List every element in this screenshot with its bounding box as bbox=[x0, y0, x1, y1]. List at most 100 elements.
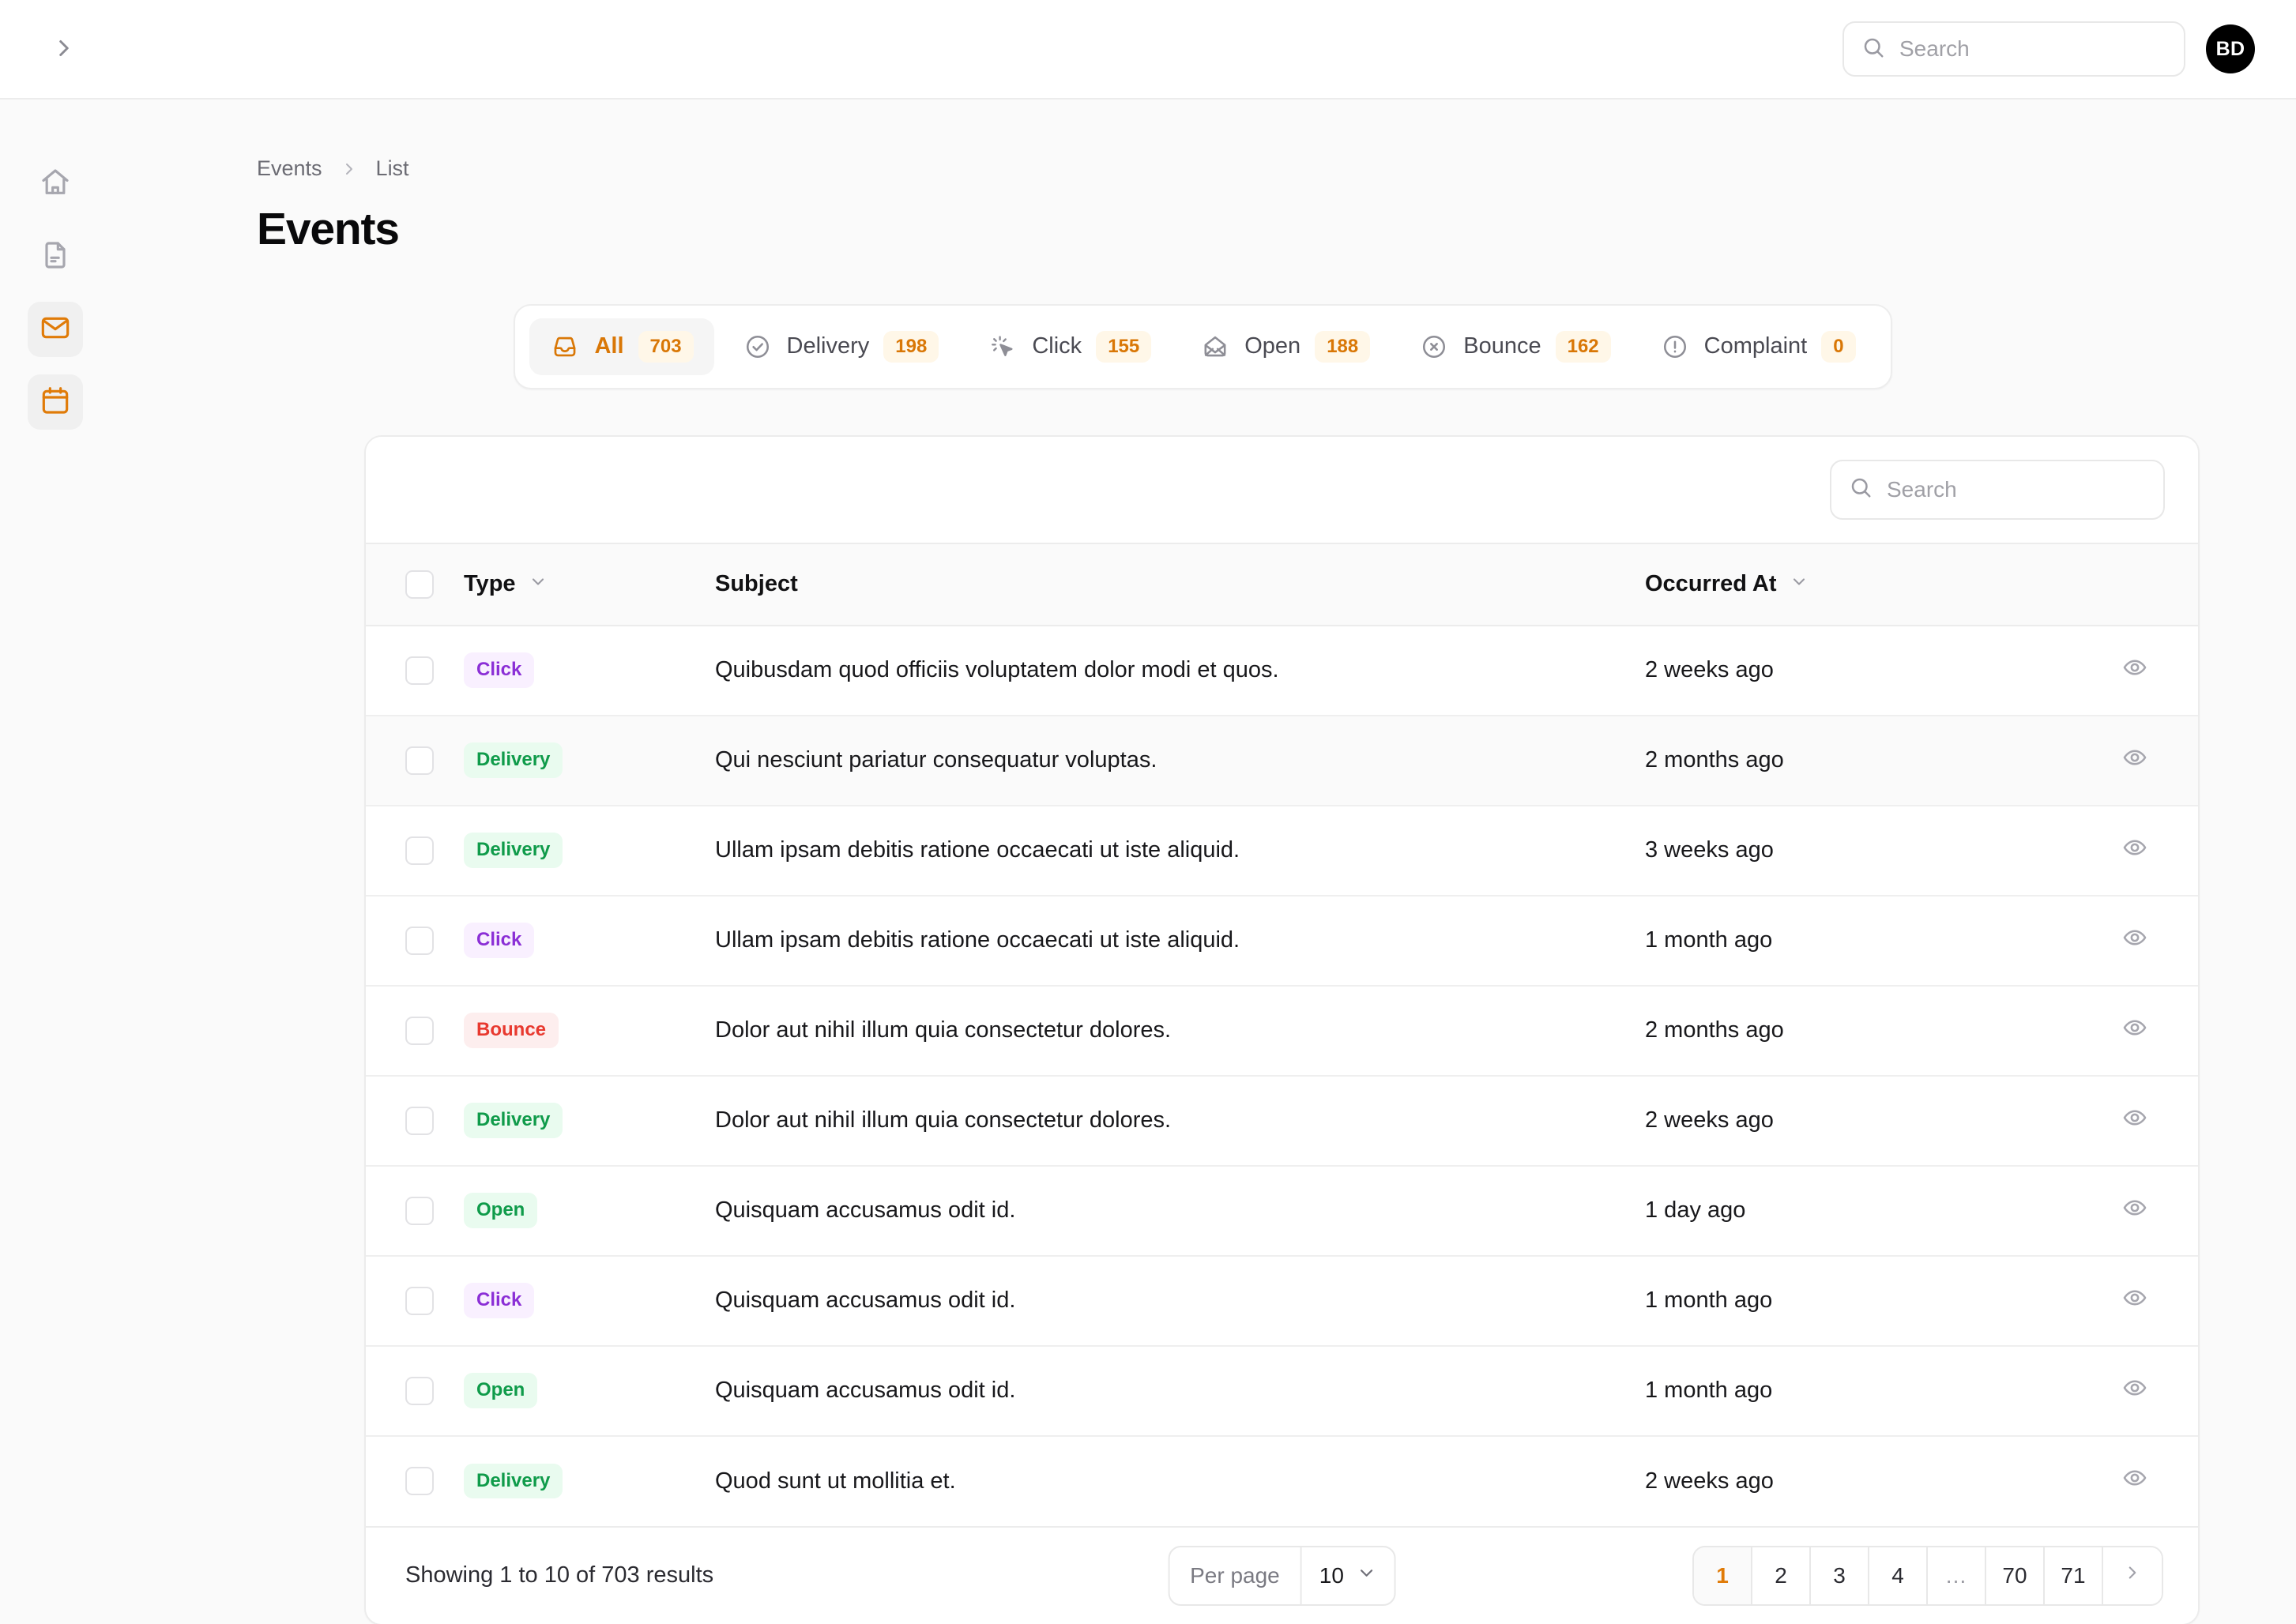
tab-open[interactable]: Open 188 bbox=[1180, 318, 1391, 375]
breadcrumb-item-events[interactable]: Events bbox=[257, 156, 322, 181]
pagination-page-2[interactable]: 2 bbox=[1752, 1547, 1811, 1604]
eye-icon bbox=[2122, 1375, 2147, 1407]
row-occurred-at: 1 day ago bbox=[1645, 1197, 1745, 1223]
view-button[interactable] bbox=[2072, 835, 2198, 867]
table-row[interactable]: Delivery Dolor aut nihil illum quia conse… bbox=[366, 1076, 2198, 1166]
row-select-cell bbox=[366, 986, 464, 1076]
tab-count-badge: 162 bbox=[1556, 331, 1611, 363]
row-select-cell bbox=[366, 1166, 464, 1256]
x-circle-icon bbox=[1419, 332, 1449, 362]
status-badge: Delivery bbox=[464, 1464, 563, 1499]
chevron-right-icon bbox=[340, 160, 359, 179]
status-badge: Open bbox=[464, 1373, 537, 1408]
status-badge: Click bbox=[464, 652, 534, 688]
table-search-input[interactable] bbox=[1887, 461, 2146, 518]
eye-icon bbox=[2122, 1195, 2147, 1227]
tab-bounce[interactable]: Bounce 162 bbox=[1398, 318, 1631, 375]
row-checkbox[interactable] bbox=[405, 1287, 434, 1315]
table-row[interactable]: DeliveryUllam ipsam debitis ratione occa… bbox=[366, 806, 2198, 896]
tab-label: All bbox=[594, 333, 623, 359]
row-occurred-at: 2 months ago bbox=[1645, 747, 1784, 773]
view-button[interactable] bbox=[2072, 1465, 2198, 1497]
pagination-next-button[interactable] bbox=[2103, 1547, 2162, 1604]
global-search-input[interactable] bbox=[1899, 23, 2166, 75]
tab-delivery[interactable]: Delivery 198 bbox=[722, 318, 960, 375]
table-search[interactable] bbox=[1830, 460, 2165, 520]
view-button[interactable] bbox=[2072, 655, 2198, 686]
per-page-selector[interactable]: Per page 10 bbox=[1168, 1546, 1396, 1606]
pagination-page-4[interactable]: 4 bbox=[1869, 1547, 1928, 1604]
tab-all[interactable]: All 703 bbox=[529, 318, 713, 375]
row-checkbox[interactable] bbox=[405, 1107, 434, 1135]
row-subject: Dolor aut nihil illum quia consectetur d… bbox=[715, 1107, 1171, 1133]
pagination-page-71[interactable]: 71 bbox=[2045, 1547, 2103, 1604]
sidebar bbox=[0, 100, 110, 1624]
sidebar-item-documents[interactable] bbox=[28, 229, 83, 284]
row-checkbox[interactable] bbox=[405, 1197, 434, 1225]
table-row[interactable]: DeliveryQuod sunt ut mollitia et.2 weeks… bbox=[366, 1436, 2198, 1526]
row-checkbox[interactable] bbox=[405, 1377, 434, 1405]
sidebar-item-mail[interactable] bbox=[28, 302, 83, 357]
table-row[interactable]: ClickQuibusdam quod officiis voluptatem … bbox=[366, 626, 2198, 716]
chevron-down-icon bbox=[529, 571, 548, 597]
view-button[interactable] bbox=[2072, 1285, 2198, 1317]
row-checkbox[interactable] bbox=[405, 656, 434, 685]
table-row[interactable]: ClickQuisquam accusamus odit id.1 month … bbox=[366, 1256, 2198, 1346]
row-checkbox[interactable] bbox=[405, 1017, 434, 1045]
per-page-value[interactable]: 10 bbox=[1302, 1547, 1395, 1604]
row-occurred-at: 1 month ago bbox=[1645, 927, 1772, 953]
row-checkbox[interactable] bbox=[405, 746, 434, 775]
view-button[interactable] bbox=[2072, 925, 2198, 957]
row-checkbox[interactable] bbox=[405, 836, 434, 865]
breadcrumb: Events List bbox=[257, 156, 2296, 181]
row-time-cell: 2 weeks ago bbox=[1645, 1076, 2072, 1166]
tab-count-badge: 0 bbox=[1821, 331, 1855, 363]
row-action-cell bbox=[2072, 1346, 2198, 1436]
row-time-cell: 2 weeks ago bbox=[1645, 1436, 2072, 1526]
select-all-checkbox[interactable] bbox=[405, 570, 434, 599]
row-occurred-at: 2 weeks ago bbox=[1645, 1107, 1774, 1133]
view-button[interactable] bbox=[2072, 1375, 2198, 1407]
pagination: 1234…7071 bbox=[1692, 1546, 2163, 1606]
header-type[interactable]: Type bbox=[464, 543, 715, 626]
table-row[interactable]: OpenQuisquam accusamus odit id.1 month a… bbox=[366, 1346, 2198, 1436]
header-occurred-at[interactable]: Occurred At bbox=[1645, 543, 2072, 626]
row-type-cell: Click bbox=[464, 896, 715, 986]
pagination-page-3[interactable]: 3 bbox=[1811, 1547, 1869, 1604]
view-button[interactable] bbox=[2072, 1015, 2198, 1047]
table-row[interactable]: BounceDolor aut nihil illum quia consect… bbox=[366, 986, 2198, 1076]
row-subject: Ullam ipsam debitis ratione occaecati ut… bbox=[715, 837, 1240, 863]
sidebar-item-calendar[interactable] bbox=[28, 374, 83, 430]
chevron-down-icon bbox=[1357, 1562, 1377, 1588]
tab-complaint[interactable]: Complaint 0 bbox=[1639, 318, 1876, 375]
view-button[interactable] bbox=[2072, 745, 2198, 776]
row-subject: Quisquam accusamus odit id. bbox=[715, 1288, 1015, 1313]
status-badge: Delivery bbox=[464, 1103, 563, 1138]
row-checkbox[interactable] bbox=[405, 1467, 434, 1495]
row-occurred-at: 1 month ago bbox=[1645, 1288, 1772, 1313]
header-occurred-at-label: Occurred At bbox=[1645, 571, 1777, 597]
view-button[interactable] bbox=[2072, 1105, 2198, 1137]
table-row[interactable]: DeliveryQui nesciunt pariatur consequatu… bbox=[366, 716, 2198, 806]
tab-count-badge: 188 bbox=[1315, 331, 1370, 363]
row-subject-cell: Dolor aut nihil illum quia consectetur d… bbox=[715, 986, 1645, 1076]
pagination-page-1[interactable]: 1 bbox=[1694, 1547, 1752, 1604]
main-content: Events List Events All 703 bbox=[110, 100, 2296, 1624]
eye-icon bbox=[2122, 835, 2147, 867]
view-button[interactable] bbox=[2072, 1195, 2198, 1227]
eye-icon bbox=[2122, 1105, 2147, 1137]
table-row[interactable]: OpenQuisquam accusamus odit id.1 day ago bbox=[366, 1166, 2198, 1256]
sidebar-collapse-button[interactable] bbox=[40, 24, 88, 73]
sidebar-item-home[interactable] bbox=[28, 156, 83, 212]
document-icon bbox=[40, 239, 71, 275]
row-time-cell: 3 weeks ago bbox=[1645, 806, 2072, 896]
filter-tabs: All 703 Delivery 198 Click 155 bbox=[514, 304, 1891, 389]
avatar[interactable]: BD bbox=[2206, 24, 2255, 73]
pagination-page-70[interactable]: 70 bbox=[1986, 1547, 2045, 1604]
row-checkbox[interactable] bbox=[405, 927, 434, 955]
tab-click[interactable]: Click 155 bbox=[967, 318, 1172, 375]
breadcrumb-item-list[interactable]: List bbox=[376, 156, 409, 181]
row-subject-cell: Ullam ipsam debitis ratione occaecati ut… bbox=[715, 806, 1645, 896]
global-search[interactable] bbox=[1842, 21, 2185, 77]
table-row[interactable]: ClickUllam ipsam debitis ratione occaeca… bbox=[366, 896, 2198, 986]
